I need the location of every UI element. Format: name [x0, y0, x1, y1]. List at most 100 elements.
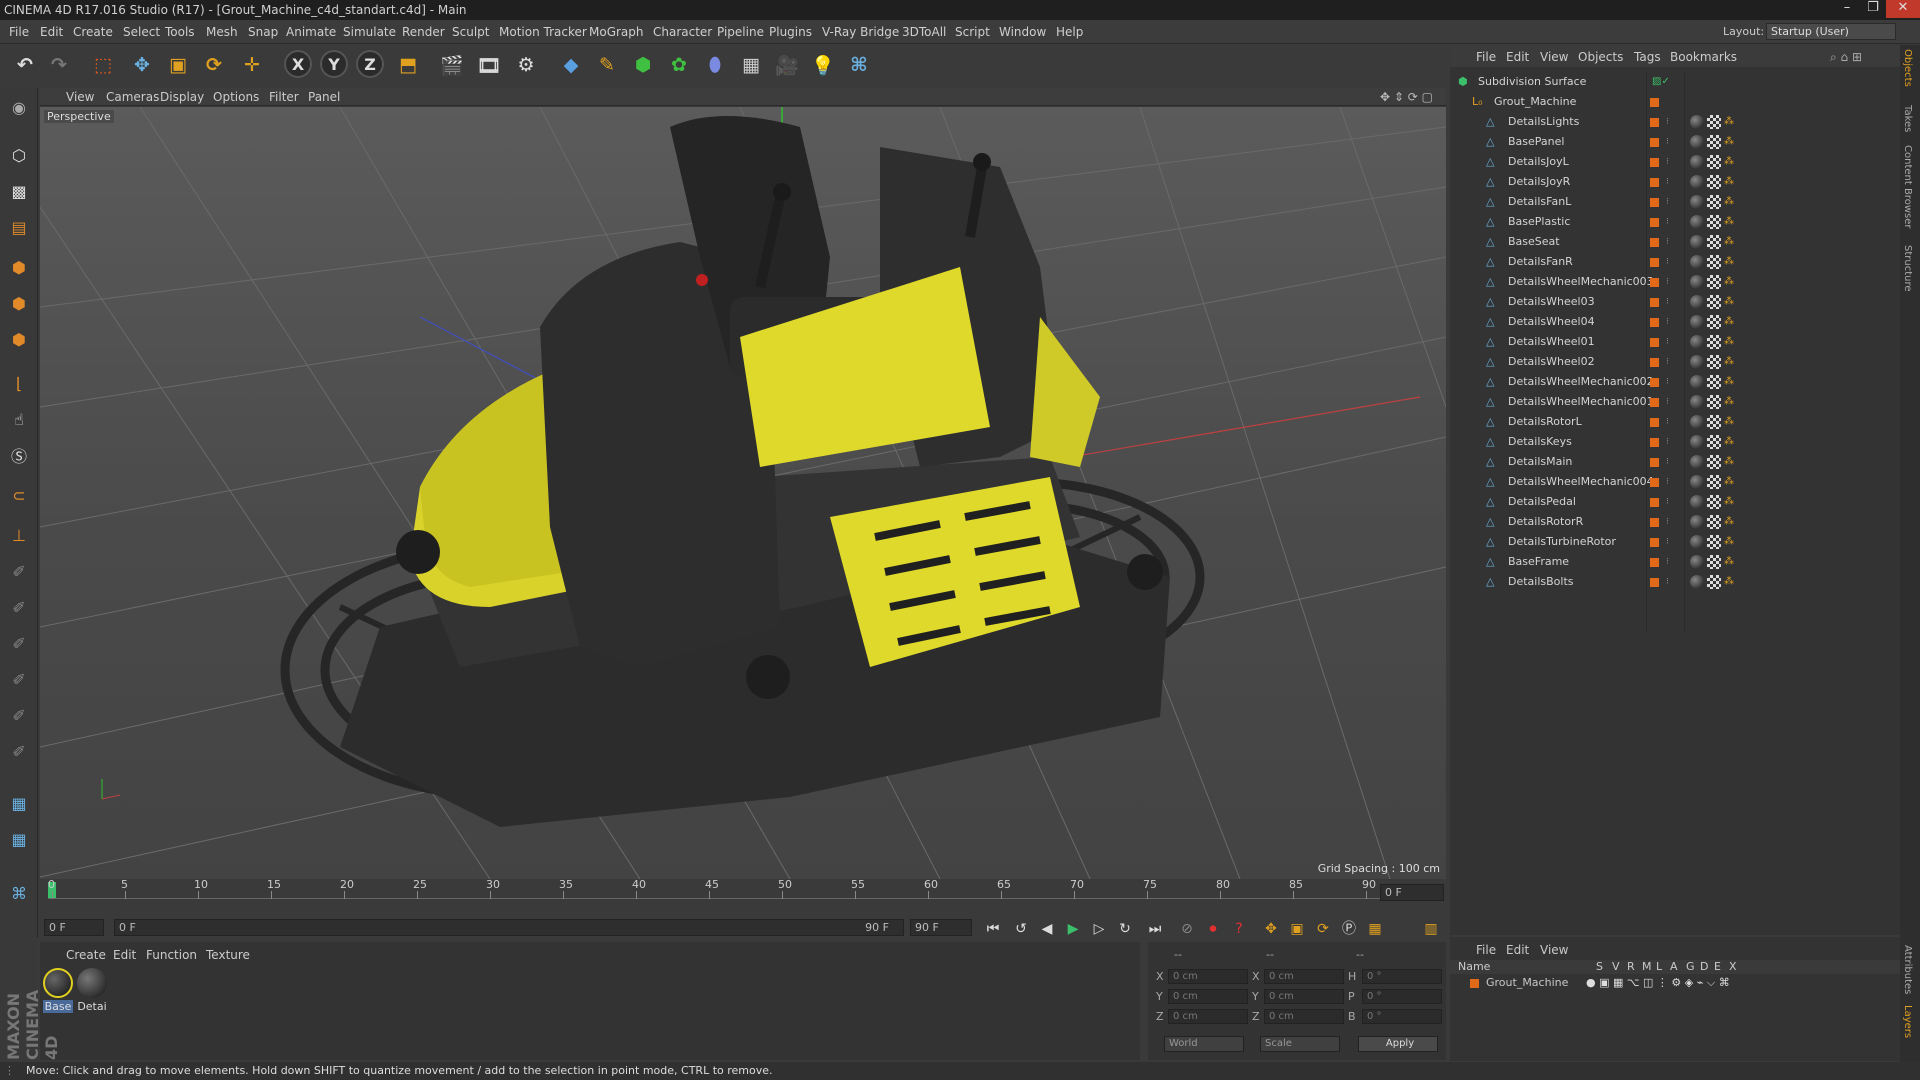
texture-tag-icon[interactable]: [1707, 515, 1721, 529]
texture-tag-icon[interactable]: [1707, 115, 1721, 129]
object-row[interactable]: △ DetailsJoyL ⁝ ⁂: [1450, 152, 1900, 172]
visibility-dots-icon[interactable]: ⁝: [1666, 192, 1669, 212]
tab-takes[interactable]: Takes: [1902, 105, 1913, 132]
layer-column-header[interactable]: D: [1700, 960, 1708, 973]
brush-2-icon[interactable]: ✐: [4, 592, 34, 622]
visibility-dots-icon[interactable]: ⁝: [1666, 472, 1669, 492]
obj-menu-view[interactable]: View: [1540, 50, 1568, 64]
layer-color-swatch[interactable]: [1650, 118, 1659, 127]
menu-window[interactable]: Window: [999, 25, 1046, 39]
object-row[interactable]: △ BaseSeat ⁝ ⁂: [1450, 232, 1900, 252]
obj-menu-objects[interactable]: Objects: [1578, 50, 1623, 64]
phong-tag-icon[interactable]: ⁂: [1724, 315, 1738, 329]
visibility-dots-icon[interactable]: ⁝: [1666, 232, 1669, 252]
texture-tag-icon[interactable]: [1707, 335, 1721, 349]
material-tag-icon[interactable]: [1690, 275, 1704, 289]
object-row[interactable]: △ BaseFrame ⁝ ⁂: [1450, 552, 1900, 572]
layer-color-swatch[interactable]: [1650, 338, 1659, 347]
layout-select[interactable]: Startup (User): [1766, 23, 1896, 40]
menu-vray-bridge[interactable]: V-Ray Bridge: [822, 25, 899, 39]
key-rotation-icon[interactable]: ⟳: [1312, 919, 1334, 939]
menu-snap[interactable]: Snap: [248, 25, 278, 39]
phong-tag-icon[interactable]: ⁂: [1724, 395, 1738, 409]
menu-tools[interactable]: Tools: [165, 25, 195, 39]
subdivision-icon[interactable]: ⬢: [628, 50, 658, 80]
material-tag-icon[interactable]: [1690, 295, 1704, 309]
visibility-dots-icon[interactable]: ⁝: [1666, 532, 1669, 552]
visibility-dots-icon[interactable]: ⁝: [1666, 352, 1669, 372]
object-row[interactable]: △ BasePlastic ⁝ ⁂: [1450, 212, 1900, 232]
texture-tag-icon[interactable]: [1707, 155, 1721, 169]
texture-tag-icon[interactable]: [1707, 355, 1721, 369]
texture-tag-icon[interactable]: [1707, 275, 1721, 289]
cloner-icon[interactable]: ✿: [664, 50, 694, 80]
tab-attributes[interactable]: Attributes: [1902, 945, 1913, 994]
key-pla-icon[interactable]: ▦: [1364, 919, 1386, 939]
material-tag-icon[interactable]: [1690, 395, 1704, 409]
layer-color-swatch[interactable]: [1650, 578, 1659, 587]
material-tag-icon[interactable]: [1690, 175, 1704, 189]
layer-color-swatch[interactable]: [1650, 218, 1659, 227]
grid-lock-icon[interactable]: ▦: [4, 788, 34, 818]
pos-y-field[interactable]: 0 cm: [1168, 989, 1248, 1004]
maximize-button[interactable]: ❐: [1860, 0, 1886, 18]
phong-tag-icon[interactable]: ⁂: [1724, 555, 1738, 569]
phong-tag-icon[interactable]: ⁂: [1724, 215, 1738, 229]
material-tag-icon[interactable]: [1690, 475, 1704, 489]
visibility-dots-icon[interactable]: ⁝: [1666, 392, 1669, 412]
viewport-menu-cameras[interactable]: Cameras: [106, 90, 159, 104]
material-menu-create[interactable]: Create: [66, 948, 106, 962]
visibility-dots-icon[interactable]: ⁝: [1666, 432, 1669, 452]
layer-color-swatch[interactable]: [1650, 438, 1659, 447]
floor-icon[interactable]: ▦: [736, 50, 766, 80]
menu-mesh[interactable]: Mesh: [206, 25, 238, 39]
material-menu-function[interactable]: Function: [146, 948, 197, 962]
material-tag-icon[interactable]: [1690, 535, 1704, 549]
menu-edit[interactable]: Edit: [40, 25, 63, 39]
object-row[interactable]: △ DetailsWheelMechanic004 ⁝ ⁂: [1450, 472, 1900, 492]
viewport-nav-icon[interactable]: ✥ ⇕ ⟳ ▢: [1380, 90, 1433, 104]
timeline-ruler[interactable]: 0 5 10 15 20 25 30 35 40 45 50 55 60 65 70 75 80 85 90 0 F: [40, 878, 1446, 916]
material-tag-icon[interactable]: [1690, 375, 1704, 389]
phong-tag-icon[interactable]: ⁂: [1724, 275, 1738, 289]
texture-tag-icon[interactable]: [1707, 555, 1721, 569]
tab-objects[interactable]: Objects: [1902, 49, 1913, 87]
material-tag-icon[interactable]: [1690, 195, 1704, 209]
end-frame-field[interactable]: 90 F: [910, 919, 972, 936]
texture-tag-icon[interactable]: [1707, 235, 1721, 249]
layer-menu-edit[interactable]: Edit: [1506, 943, 1529, 957]
layer-color-swatch[interactable]: [1650, 178, 1659, 187]
magnet-icon[interactable]: ⊂: [4, 480, 34, 510]
render-picture-viewer-icon[interactable]: 🎞: [474, 50, 504, 80]
phong-tag-icon[interactable]: ⁂: [1724, 295, 1738, 309]
visibility-dots-icon[interactable]: ⁝: [1666, 452, 1669, 472]
layer-row[interactable]: Grout_Machine ● ▣ ▦ ⌥ ◫ ⋮ ⚙ ◈ ⌁ ⌵ ⌘: [1450, 975, 1900, 993]
object-row[interactable]: △ DetailsWheel01 ⁝ ⁂: [1450, 332, 1900, 352]
layer-color-swatch[interactable]: [1650, 378, 1659, 387]
brush-1-icon[interactable]: ✐: [4, 556, 34, 586]
material-tag-icon[interactable]: [1690, 575, 1704, 589]
scale-icon[interactable]: ▣: [163, 50, 193, 80]
model-mode-icon[interactable]: ⬡: [4, 140, 34, 170]
coord-mode-select[interactable]: Scale: [1260, 1036, 1340, 1052]
layer-column-header[interactable]: G: [1686, 960, 1695, 973]
texture-tag-icon[interactable]: [1707, 175, 1721, 189]
material-tag-icon[interactable]: [1690, 435, 1704, 449]
object-row[interactable]: △ DetailsWheel02 ⁝ ⁂: [1450, 352, 1900, 372]
prev-frame-icon[interactable]: ◀: [1036, 919, 1058, 939]
record-keys-icon[interactable]: ⊘: [1176, 919, 1198, 939]
phong-tag-icon[interactable]: ⁂: [1724, 435, 1738, 449]
object-row[interactable]: △ DetailsRotorL ⁝ ⁂: [1450, 412, 1900, 432]
polygons-mode-icon[interactable]: ⬢: [4, 324, 34, 354]
workplane-icon[interactable]: ▤: [4, 212, 34, 242]
object-row[interactable]: △ DetailsRotorR ⁝ ⁂: [1450, 512, 1900, 532]
phong-tag-icon[interactable]: ⁂: [1724, 195, 1738, 209]
material-swatch-details[interactable]: [77, 968, 107, 998]
material-tag-icon[interactable]: [1690, 215, 1704, 229]
tab-structure[interactable]: Structure: [1902, 245, 1913, 292]
visibility-dots-icon[interactable]: ⁝: [1666, 132, 1669, 152]
layer-column-header[interactable]: V: [1612, 960, 1620, 973]
phong-tag-icon[interactable]: ⁂: [1724, 475, 1738, 489]
visibility-dots-icon[interactable]: ⁝: [1666, 332, 1669, 352]
object-row-group[interactable]: L₀ Grout_Machine: [1450, 92, 1900, 112]
